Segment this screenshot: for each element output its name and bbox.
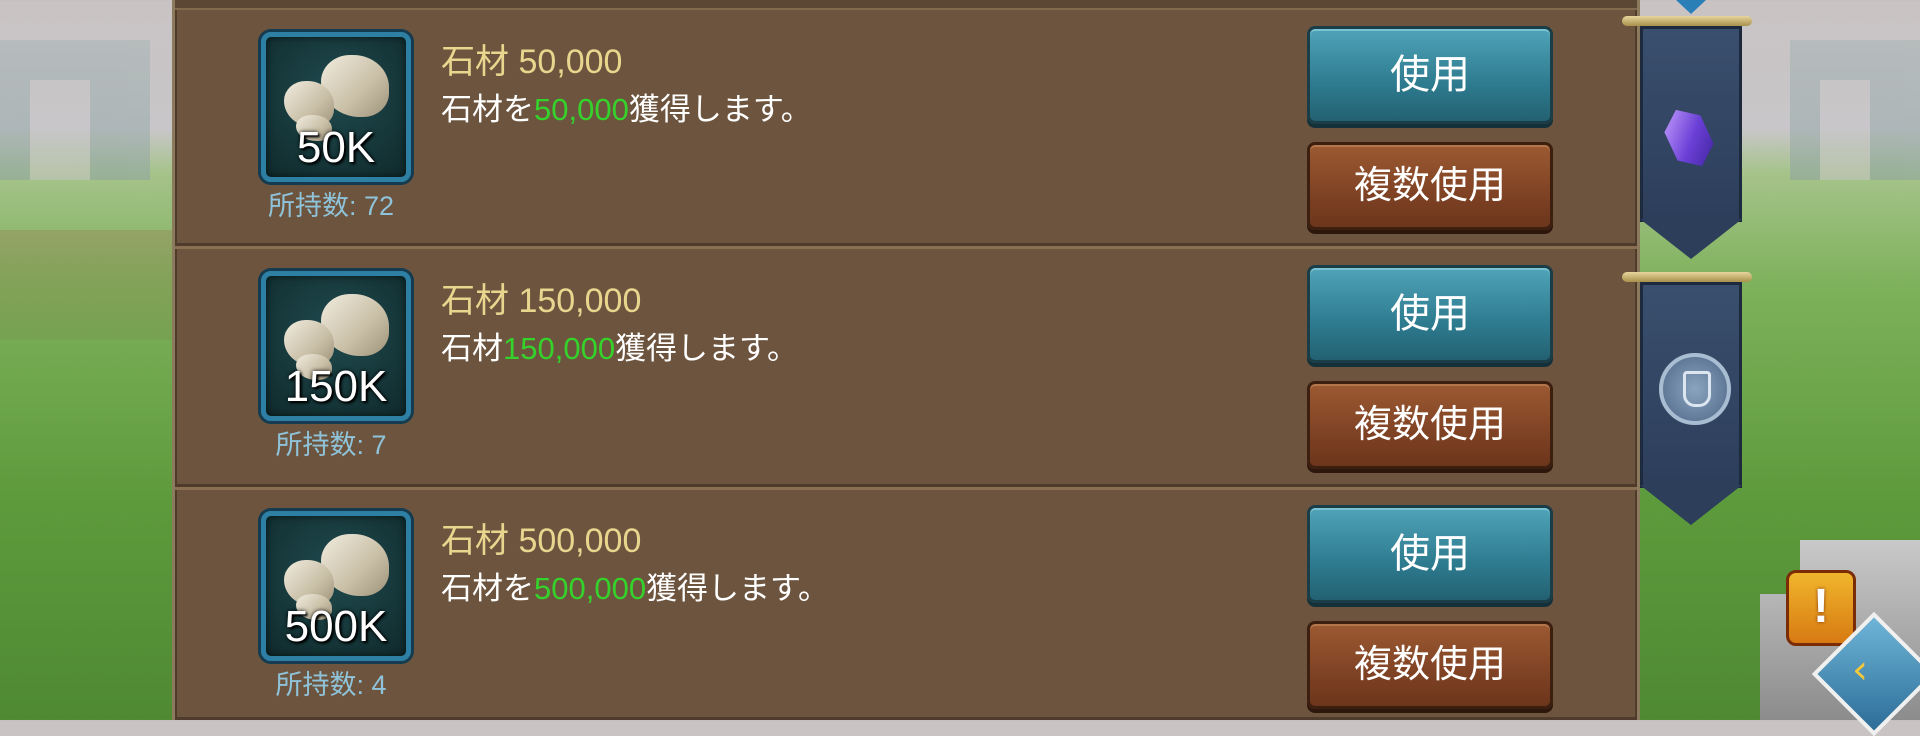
background-ruin-right xyxy=(1790,40,1920,180)
use-button[interactable]: 使用 xyxy=(1307,265,1553,363)
item-row: 150K 所持数: 7 石材 150,000 石材150,000獲得します。 使… xyxy=(175,249,1637,490)
use-button[interactable]: 使用 xyxy=(1307,505,1553,603)
chevron-left-icon: ‹ xyxy=(1852,647,1868,693)
owned-count: 所持数: 7 xyxy=(275,430,387,460)
item-title: 石材 500,000 xyxy=(441,522,642,560)
item-title: 石材 50,000 xyxy=(441,43,623,81)
item-description: 石材を50,000獲得します。 xyxy=(441,84,812,129)
multi-use-button[interactable]: 複数使用 xyxy=(1307,381,1553,469)
banner-rod xyxy=(1622,16,1752,26)
desc-amount: 50,000 xyxy=(534,92,629,127)
multi-use-button[interactable]: 複数使用 xyxy=(1307,621,1553,709)
background-path xyxy=(0,230,180,340)
desc-suffix: 獲得します。 xyxy=(628,92,812,127)
stone-item-icon[interactable]: 50K xyxy=(261,32,411,182)
item-row: 50K 所持数: 72 石材 50,000 石材を50,000獲得します。 使用… xyxy=(175,10,1637,249)
item-description: 石材150,000獲得します。 xyxy=(441,323,798,368)
item-title: 石材 150,000 xyxy=(441,282,642,320)
use-button[interactable]: 使用 xyxy=(1307,26,1553,124)
icon-quantity: 500K xyxy=(284,602,388,651)
shield-icon xyxy=(1659,353,1731,425)
banner-cloth xyxy=(1640,26,1742,259)
banner-cloth xyxy=(1640,282,1742,525)
tab-tip-icon xyxy=(1676,0,1706,14)
desc-amount: 150,000 xyxy=(503,331,616,366)
desc-prefix: 石材を xyxy=(441,571,534,606)
item-description: 石材を500,000獲得します。 xyxy=(441,563,829,608)
desc-suffix: 獲得します。 xyxy=(646,571,829,606)
owned-count: 所持数: 4 xyxy=(275,670,387,700)
banner-rod xyxy=(1622,272,1752,282)
panel-top-border xyxy=(175,0,1637,10)
desc-prefix: 石材を xyxy=(441,92,534,127)
desc-amount: 500,000 xyxy=(534,571,647,606)
desc-suffix: 獲得します。 xyxy=(615,331,798,366)
stone-item-icon[interactable]: 500K xyxy=(261,511,411,661)
item-list-panel: 50K 所持数: 72 石材 50,000 石材を50,000獲得します。 使用… xyxy=(172,0,1640,720)
multi-use-button[interactable]: 複数使用 xyxy=(1307,142,1553,230)
owned-count: 所持数: 72 xyxy=(267,191,395,221)
gem-icon xyxy=(1658,101,1720,174)
item-row: 500K 所持数: 4 石材 500,000 石材を500,000獲得します。 … xyxy=(175,489,1637,720)
alert-icon[interactable]: ! xyxy=(1786,570,1856,646)
background-ruin-left xyxy=(0,40,150,180)
desc-prefix: 石材 xyxy=(441,331,503,366)
icon-quantity: 50K xyxy=(296,123,376,172)
stone-item-icon[interactable]: 150K xyxy=(261,271,411,421)
icon-quantity: 150K xyxy=(284,362,388,411)
